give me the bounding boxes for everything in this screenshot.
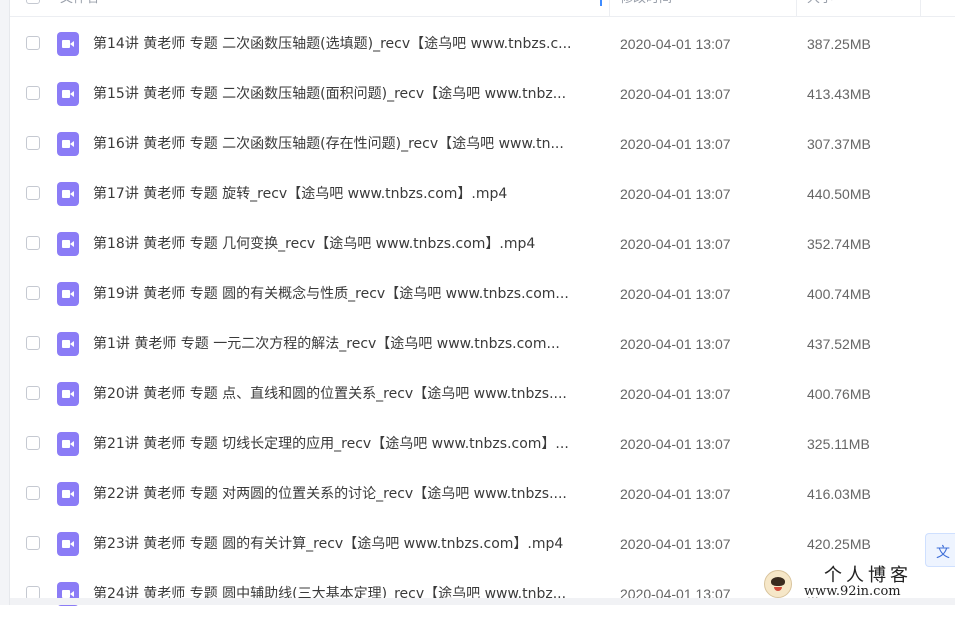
file-list: 第14讲 黄老师 专题 二次函数压轴题(选填题)_recv【途乌吧 www.tn… (10, 19, 955, 619)
row-checkbox[interactable] (26, 436, 40, 450)
column-divider[interactable] (609, 0, 610, 16)
left-panel-border (0, 0, 10, 605)
file-size: 307.37MB (807, 136, 871, 152)
file-size: 437.52MB (807, 336, 871, 352)
watermark: 个人博客 www.92in.com (764, 566, 955, 602)
file-name[interactable]: 第14讲 黄老师 专题 二次函数压轴题(选填题)_recv【途乌吧 www.tn… (93, 19, 603, 69)
column-header-time[interactable]: 修改时间 (620, 0, 672, 16)
file-size: 387.25MB (807, 36, 871, 52)
file-row[interactable]: 第18讲 黄老师 专题 几何变换_recv【途乌吧 www.tnbzs.com】… (10, 219, 955, 269)
file-name[interactable]: 第21讲 黄老师 专题 切线长定理的应用_recv【途乌吧 www.tnbzs.… (93, 419, 603, 469)
file-name[interactable]: 第18讲 黄老师 专题 几何变换_recv【途乌吧 www.tnbzs.com】… (93, 219, 603, 269)
file-modified-time: 2020-04-01 13:07 (620, 586, 731, 602)
row-checkbox[interactable] (26, 386, 40, 400)
video-file-icon (57, 182, 79, 206)
file-row[interactable]: 第16讲 黄老师 专题 二次函数压轴题(存在性问题)_recv【途乌吧 www.… (10, 119, 955, 169)
row-checkbox[interactable] (26, 136, 40, 150)
watermark-url: www.92in.com (804, 584, 901, 599)
file-modified-time: 2020-04-01 13:07 (620, 36, 731, 52)
video-file-icon (57, 232, 79, 256)
file-row[interactable]: 第22讲 黄老师 专题 对两圆的位置关系的讨论_recv【途乌吧 www.tnb… (10, 469, 955, 519)
file-modified-time: 2020-04-01 13:07 (620, 336, 731, 352)
column-header-name[interactable]: 文件名 (60, 0, 99, 16)
row-checkbox[interactable] (26, 336, 40, 350)
column-header-size[interactable]: 大小 (807, 0, 833, 16)
file-row[interactable]: 第17讲 黄老师 专题 旋转_recv【途乌吧 www.tnbzs.com】.m… (10, 169, 955, 219)
file-size: 400.74MB (807, 286, 871, 302)
file-modified-time: 2020-04-01 13:07 (620, 386, 731, 402)
file-row[interactable]: 第19讲 黄老师 专题 圆的有关概念与性质_recv【途乌吧 www.tnbzs… (10, 269, 955, 319)
file-row[interactable]: 第1讲 黄老师 专题 一元二次方程的解法_recv【途乌吧 www.tnbzs.… (10, 319, 955, 369)
video-file-icon (57, 382, 79, 406)
file-modified-time: 2020-04-01 13:07 (620, 486, 731, 502)
video-file-icon (57, 32, 79, 56)
file-size: 325.11MB (807, 436, 870, 452)
file-name[interactable]: 第1讲 黄老师 专题 一元二次方程的解法_recv【途乌吧 www.tnbzs.… (93, 319, 603, 369)
row-checkbox[interactable] (26, 486, 40, 500)
file-modified-time: 2020-04-01 13:07 (620, 236, 731, 252)
video-file-icon (57, 132, 79, 156)
file-modified-time: 2020-04-01 13:07 (620, 286, 731, 302)
row-checkbox[interactable] (26, 36, 40, 50)
file-size: 416.03MB (807, 486, 871, 502)
video-file-icon (57, 282, 79, 306)
row-checkbox[interactable] (26, 186, 40, 200)
row-checkbox[interactable] (26, 286, 40, 300)
file-size: 400.76MB (807, 386, 871, 402)
file-name[interactable]: 第15讲 黄老师 专题 二次函数压轴题(面积问题)_recv【途乌吧 www.t… (93, 69, 603, 119)
file-name[interactable]: 第23讲 黄老师 专题 圆的有关计算_recv【途乌吧 www.tnbzs.co… (93, 519, 603, 569)
file-modified-time: 2020-04-01 13:07 (620, 436, 731, 452)
file-row[interactable]: 第21讲 黄老师 专题 切线长定理的应用_recv【途乌吧 www.tnbzs.… (10, 419, 955, 469)
file-row[interactable]: 第14讲 黄老师 专题 二次函数压轴题(选填题)_recv【途乌吧 www.tn… (10, 19, 955, 69)
row-checkbox[interactable] (26, 86, 40, 100)
file-list-header: 文件名 修改时间 大小 (10, 0, 955, 17)
file-name[interactable]: 第24讲 黄老师 专题 圆中辅助线(三大基本定理)_recv【途乌吧 www.t… (93, 569, 603, 619)
file-modified-time: 2020-04-01 13:07 (620, 136, 731, 152)
file-modified-time: 2020-04-01 13:07 (620, 536, 731, 552)
row-checkbox[interactable] (26, 236, 40, 250)
file-size: 420.25MB (807, 536, 871, 552)
video-file-icon (57, 482, 79, 506)
file-name[interactable]: 第20讲 黄老师 专题 点、直线和圆的位置关系_recv【途乌吧 www.tnb… (93, 369, 603, 419)
video-file-icon (57, 82, 79, 106)
sort-indicator-icon[interactable] (600, 0, 602, 6)
video-file-icon (57, 432, 79, 456)
file-name[interactable]: 第22讲 黄老师 专题 对两圆的位置关系的讨论_recv【途乌吧 www.tnb… (93, 469, 603, 519)
file-size: 413.43MB (807, 86, 871, 102)
column-divider[interactable] (920, 0, 921, 16)
watermark-title: 个人博客 (824, 565, 912, 586)
file-size: 352.74MB (807, 236, 871, 252)
file-modified-time: 2020-04-01 13:07 (620, 186, 731, 202)
video-file-icon (57, 532, 79, 556)
file-row[interactable]: 第20讲 黄老师 专题 点、直线和圆的位置关系_recv【途乌吧 www.tnb… (10, 369, 955, 419)
file-size: 440.50MB (807, 186, 871, 202)
file-row[interactable]: 第15讲 黄老师 专题 二次函数压轴题(面积问题)_recv【途乌吧 www.t… (10, 69, 955, 119)
video-file-icon (57, 332, 79, 356)
row-checkbox[interactable] (26, 536, 40, 550)
file-modified-time: 2020-04-01 13:07 (620, 86, 731, 102)
file-name[interactable]: 第17讲 黄老师 专题 旋转_recv【途乌吧 www.tnbzs.com】.m… (93, 169, 603, 219)
side-float-label: 文 (936, 545, 950, 561)
avatar-logo-icon (764, 570, 792, 598)
file-row[interactable]: 第23讲 黄老师 专题 圆的有关计算_recv【途乌吧 www.tnbzs.co… (10, 519, 955, 569)
column-divider[interactable] (796, 0, 797, 16)
side-float-button[interactable]: 文 (925, 533, 955, 567)
file-name[interactable]: 第16讲 黄老师 专题 二次函数压轴题(存在性问题)_recv【途乌吧 www.… (93, 119, 603, 169)
file-name[interactable]: 第19讲 黄老师 专题 圆的有关概念与性质_recv【途乌吧 www.tnbzs… (93, 269, 603, 319)
